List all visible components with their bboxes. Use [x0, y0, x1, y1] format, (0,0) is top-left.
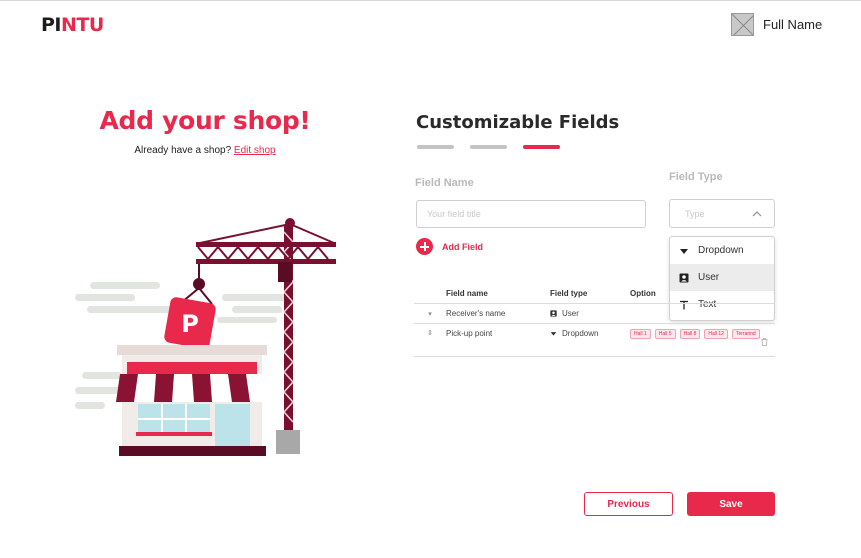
drag-handle-icon[interactable]: ⇕	[414, 329, 446, 337]
hero-subtitle-text: Already have a shop?	[134, 145, 232, 156]
trash-icon[interactable]	[761, 338, 768, 346]
user-menu[interactable]: Full Name	[731, 13, 822, 36]
step-1	[417, 145, 454, 149]
option-label: User	[698, 272, 720, 283]
table-row[interactable]: ▾ Receiver's name User	[414, 304, 775, 324]
option-label: Dropdown	[698, 245, 744, 256]
field-type-placeholder: Type	[685, 209, 705, 219]
user-card-icon	[550, 310, 557, 317]
caret-down-icon	[550, 332, 557, 336]
field-name-label: Field Name	[415, 177, 474, 189]
logo[interactable]: PINTU	[41, 14, 104, 36]
cell-field-type: User	[550, 309, 630, 318]
shop-building-icon	[116, 345, 268, 456]
add-field-label: Add Field	[442, 241, 483, 252]
hero-title: Add your shop!	[99, 106, 311, 135]
hero-subtitle: Already have a shop? Edit shop	[85, 145, 325, 156]
avatar[interactable]	[731, 13, 754, 36]
table-row[interactable]: ⇕ Pick-up point Dropdown Hall 1 Hall 5 H…	[414, 324, 775, 357]
previous-button[interactable]: Previous	[584, 492, 673, 516]
logo-part-dark: PI	[41, 14, 62, 36]
edit-shop-link[interactable]: Edit shop	[234, 145, 276, 156]
option-chip: Hall 12	[704, 329, 728, 339]
cell-field-name: Receiver's name	[446, 309, 506, 318]
cell-options: Hall 1 Hall 5 Hall 8 Hall 12 Terrarind	[630, 329, 775, 339]
add-field-button[interactable]: Add Field	[416, 238, 483, 255]
option-chip: Hall 8	[679, 329, 701, 339]
chevron-up-icon	[752, 211, 762, 217]
header-option: Option	[630, 289, 656, 298]
plus-circle-icon	[416, 238, 433, 255]
p-sign-icon: P	[164, 287, 216, 349]
drag-handle-icon[interactable]: ▾	[414, 310, 446, 318]
cell-field-name: Pick-up point	[446, 329, 493, 338]
option-chip: Hall 5	[654, 329, 676, 339]
cell-type-label: User	[562, 309, 579, 318]
avatar-placeholder-icon	[732, 14, 753, 35]
shop-construction-illustration: P	[75, 218, 336, 456]
step-3-active	[523, 145, 560, 149]
field-type-label: Field Type	[669, 171, 723, 183]
fields-table: Field name Field type Option ▾ Receiver'…	[414, 284, 775, 357]
top-border	[0, 0, 861, 1]
header-field-name: Field name	[446, 289, 488, 298]
logo-part-red: NTU	[61, 14, 104, 36]
header-field-type: Field type	[550, 289, 588, 298]
step-2	[470, 145, 507, 149]
dropdown-option-dropdown[interactable]: Dropdown	[670, 237, 774, 264]
field-name-input[interactable]	[416, 200, 646, 228]
table-header: Field name Field type Option	[414, 284, 775, 304]
save-button[interactable]: Save	[687, 492, 775, 516]
caret-down-icon	[680, 248, 688, 254]
section-title: Customizable Fields	[416, 112, 620, 133]
user-card-icon	[679, 273, 689, 282]
option-chip: Hall 1	[630, 329, 651, 339]
option-chip: Terrarind	[731, 329, 760, 339]
cell-field-type: Dropdown	[550, 329, 630, 338]
svg-text:P: P	[181, 310, 199, 338]
cell-type-label: Dropdown	[562, 329, 599, 338]
field-type-select[interactable]: Type	[669, 199, 775, 228]
step-indicator	[417, 145, 560, 149]
user-name: Full Name	[763, 17, 823, 32]
